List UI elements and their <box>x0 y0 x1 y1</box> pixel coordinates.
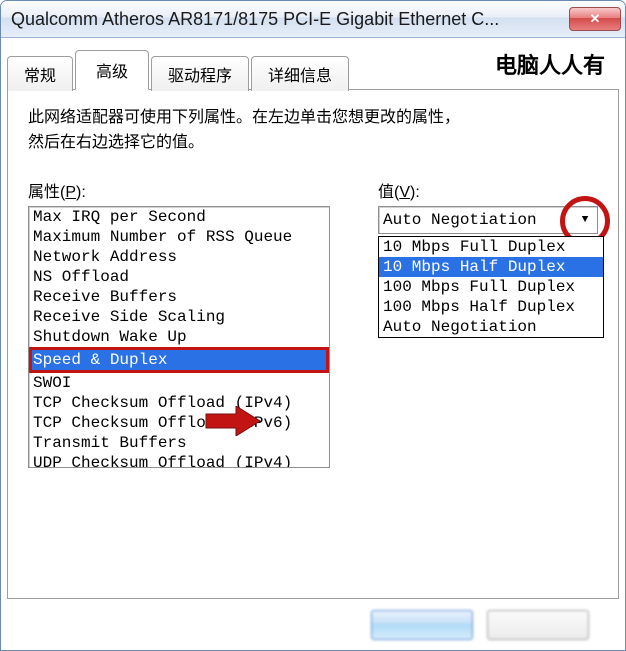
list-item[interactable]: Max IRQ per Second <box>29 207 329 227</box>
window-title: Qualcomm Atheros AR8171/8175 PCI-E Gigab… <box>11 9 569 30</box>
tab-details[interactable]: 详细信息 <box>251 56 349 91</box>
list-item[interactable]: Speed & Duplex <box>29 347 329 373</box>
dropdown-option[interactable]: 100 Mbps Half Duplex <box>379 297 603 317</box>
value-combobox[interactable]: Auto Negotiation ▼ <box>378 206 598 234</box>
dropdown-option[interactable]: 10 Mbps Full Duplex <box>379 237 603 257</box>
content-area: 常规 高级 驱动程序 详细信息 电脑人人有 此网络适配器可使用下列属性。在左边单… <box>1 38 625 650</box>
close-icon: ✕ <box>590 11 601 27</box>
list-item[interactable]: SWOI <box>29 373 329 393</box>
dropdown-option[interactable]: 10 Mbps Half Duplex <box>379 257 603 277</box>
value-combo-wrap: Auto Negotiation ▼ 10 Mbps Full Duplex10… <box>378 206 598 234</box>
tab-panel-advanced: 此网络适配器可使用下列属性。在左边单击您想更改的属性， 然后在右边选择它的值。 … <box>7 89 619 599</box>
dropdown-option[interactable]: Auto Negotiation <box>379 317 603 337</box>
close-button[interactable]: ✕ <box>569 7 621 31</box>
titlebar: Qualcomm Atheros AR8171/8175 PCI-E Gigab… <box>1 1 625 38</box>
list-item[interactable]: Network Address <box>29 247 329 267</box>
list-item[interactable]: Receive Buffers <box>29 287 329 307</box>
value-label: 值(V): <box>378 178 598 202</box>
dialog-footer <box>7 600 619 650</box>
property-listbox[interactable]: Max IRQ per SecondMaximum Number of RSS … <box>28 206 330 468</box>
tab-advanced[interactable]: 高级 <box>75 50 149 90</box>
dropdown-option[interactable]: 100 Mbps Full Duplex <box>379 277 603 297</box>
list-item[interactable]: Shutdown Wake Up <box>29 327 329 347</box>
cancel-button[interactable] <box>487 610 589 640</box>
watermark-text: 电脑人人有 <box>495 48 605 80</box>
tab-strip: 常规 高级 驱动程序 详细信息 电脑人人有 <box>7 50 619 90</box>
list-item[interactable]: UDP Checksum Offload (IPv4) <box>29 453 329 468</box>
instruction-text: 此网络适配器可使用下列属性。在左边单击您想更改的属性， 然后在右边选择它的值。 <box>28 106 598 156</box>
ok-button[interactable] <box>371 610 473 640</box>
list-item[interactable]: TCP Checksum Offload (IPv6) <box>29 413 329 433</box>
list-item[interactable]: TCP Checksum Offload (IPv4) <box>29 393 329 413</box>
tab-general[interactable]: 常规 <box>7 56 73 91</box>
tab-driver[interactable]: 驱动程序 <box>151 56 249 91</box>
list-item[interactable]: Receive Side Scaling <box>29 307 329 327</box>
list-item[interactable]: Transmit Buffers <box>29 433 329 453</box>
property-label: 属性(P): <box>28 178 330 202</box>
chevron-down-icon: ▼ <box>575 210 595 230</box>
list-item[interactable]: Maximum Number of RSS Queue <box>29 227 329 247</box>
list-item[interactable]: NS Offload <box>29 267 329 287</box>
value-dropdown-list[interactable]: 10 Mbps Full Duplex10 Mbps Half Duplex10… <box>378 236 604 338</box>
two-column-layout: 属性(P): Max IRQ per SecondMaximum Number … <box>28 178 598 578</box>
value-column: 值(V): Auto Negotiation ▼ 10 Mbps Full Du… <box>378 178 598 578</box>
property-column: 属性(P): Max IRQ per SecondMaximum Number … <box>28 178 330 578</box>
device-properties-window: Qualcomm Atheros AR8171/8175 PCI-E Gigab… <box>0 0 626 651</box>
value-combobox-text: Auto Negotiation <box>383 211 537 229</box>
